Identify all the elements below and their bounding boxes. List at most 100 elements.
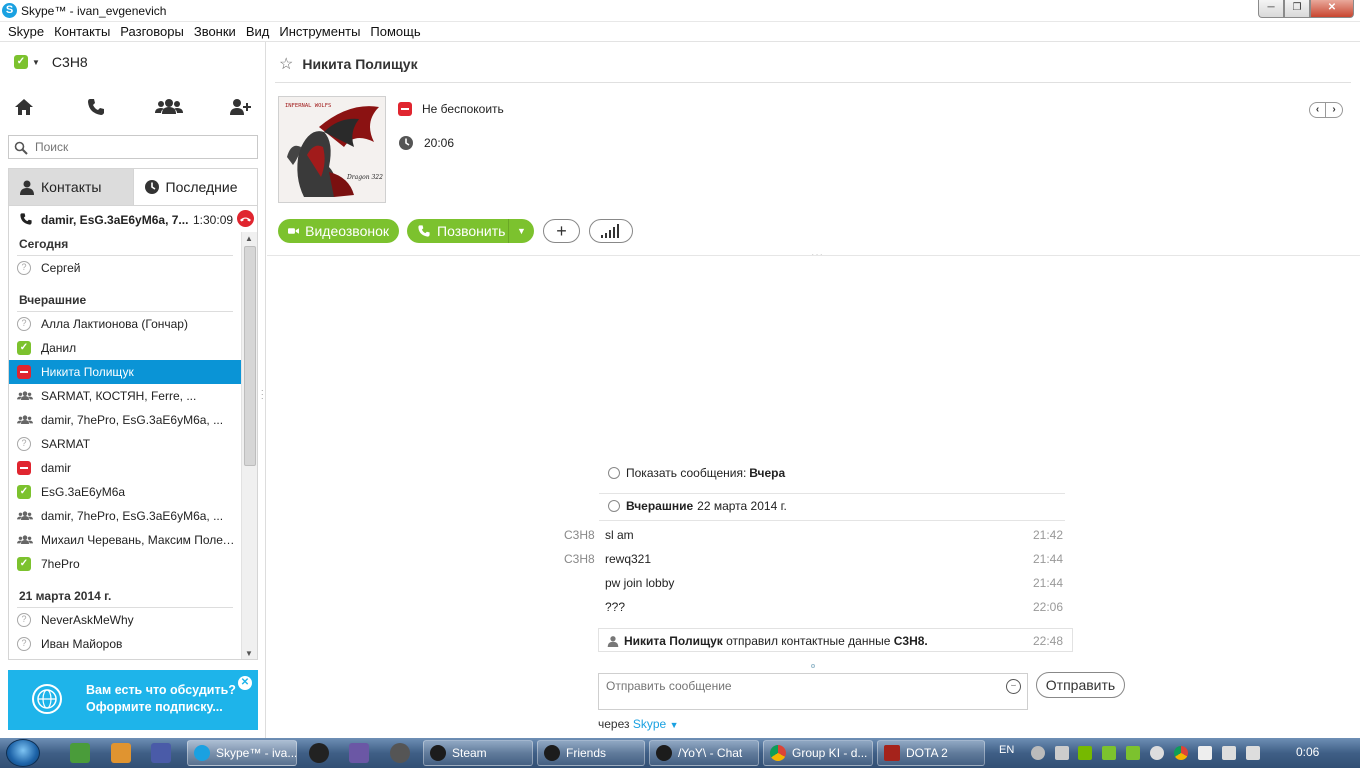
scroll-down-icon[interactable]: ▼ bbox=[245, 649, 253, 658]
list-scrollbar[interactable]: ▲ ▼ bbox=[241, 232, 257, 659]
pinned-app-icon[interactable] bbox=[70, 743, 90, 763]
message-composer[interactable]: ⌣ bbox=[598, 673, 1028, 710]
menu-calls[interactable]: Звонки bbox=[186, 22, 238, 41]
active-call-row[interactable]: damir, EsG.3aE6yM6a, 7... 1:30:09 bbox=[9, 206, 257, 232]
scroll-up-icon[interactable]: ▲ bbox=[245, 234, 253, 243]
profile-name[interactable]: C3H8 bbox=[52, 54, 88, 70]
list-item[interactable]: Михаил Черевань, Максим Полету... bbox=[9, 528, 241, 552]
favorite-star-icon[interactable]: ☆ bbox=[279, 54, 293, 74]
call-options-dropdown-icon[interactable]: ▼ bbox=[508, 219, 534, 243]
nvidia-icon[interactable] bbox=[1078, 746, 1092, 760]
menu-contacts[interactable]: Контакты bbox=[46, 22, 112, 41]
close-promo-icon[interactable]: ✕ bbox=[238, 676, 252, 690]
taskbar-task-friends[interactable]: Friends bbox=[537, 740, 645, 766]
tab-recent[interactable]: Последние bbox=[133, 169, 257, 205]
call-quality-button[interactable] bbox=[589, 219, 633, 243]
hang-up-icon[interactable] bbox=[237, 210, 254, 227]
status-dropdown-icon[interactable]: ▼ bbox=[32, 58, 40, 67]
message-row[interactable]: C3H8 sl am 21:42 bbox=[557, 526, 1077, 546]
add-button[interactable]: + bbox=[543, 219, 580, 243]
add-contact-icon[interactable] bbox=[228, 97, 254, 121]
send-via-dropdown-icon[interactable]: ▼ bbox=[670, 720, 679, 730]
contact-shared-target[interactable]: C3H8. bbox=[894, 634, 928, 648]
phone-icon[interactable] bbox=[86, 97, 112, 121]
start-button-icon[interactable] bbox=[6, 739, 40, 767]
tray-app-icon[interactable] bbox=[1102, 746, 1116, 760]
list-item[interactable]: ? Алла Лактионова (Гончар) bbox=[9, 312, 241, 336]
message-row[interactable]: C3H8 rewq321 21:44 bbox=[557, 550, 1077, 570]
chrome-tray-icon[interactable] bbox=[1174, 746, 1188, 760]
prev-arrow-icon[interactable]: ‹ bbox=[1309, 102, 1326, 118]
taskbar-task-dota[interactable]: DOTA 2 bbox=[877, 740, 985, 766]
online-status-icon[interactable]: ✓ bbox=[14, 55, 28, 69]
avatar-caption-top: INFERNAL WOLFS bbox=[285, 103, 331, 109]
list-item[interactable]: damir bbox=[9, 456, 241, 480]
menu-skype[interactable]: Skype bbox=[0, 22, 46, 41]
show-messages-value[interactable]: Вчера bbox=[749, 466, 785, 480]
search-input[interactable] bbox=[35, 139, 255, 155]
next-arrow-icon[interactable]: › bbox=[1326, 102, 1343, 118]
steam-tray-icon[interactable] bbox=[1150, 746, 1164, 760]
list-item[interactable]: ? Иван Майоров bbox=[9, 632, 241, 656]
maximize-button[interactable]: ❐ bbox=[1284, 0, 1310, 18]
menu-tools[interactable]: Инструменты bbox=[271, 22, 362, 41]
minimize-button[interactable]: ─ bbox=[1258, 0, 1284, 18]
taskbar-task-chat[interactable]: /YoY\ - Chat bbox=[649, 740, 759, 766]
list-item[interactable]: ? SARMAT bbox=[9, 432, 241, 456]
taskbar-task-skype[interactable]: Skype™ - iva... bbox=[187, 740, 297, 766]
video-call-button[interactable]: Видеозвонок bbox=[278, 219, 399, 243]
tab-contacts[interactable]: Контакты bbox=[9, 169, 134, 205]
list-item[interactable]: ✓ Данил bbox=[9, 336, 241, 360]
list-item[interactable]: damir, 7hePro, EsG.3aE6yM6a, ... bbox=[9, 504, 241, 528]
audio-app-icon[interactable] bbox=[390, 743, 410, 763]
taskbar-task-steam[interactable]: Steam bbox=[423, 740, 533, 766]
steam-logo-icon[interactable] bbox=[309, 743, 329, 763]
home-icon[interactable] bbox=[14, 97, 40, 121]
contact-avatar[interactable]: INFERNAL WOLFS Dragon 322 bbox=[278, 96, 386, 203]
taskbar-task-chrome[interactable]: Group KI - d... bbox=[763, 740, 873, 766]
visual-studio-icon[interactable] bbox=[349, 743, 369, 763]
contact-name: damir, 7hePro, EsG.3aE6yM6a, ... bbox=[41, 509, 224, 523]
search-box[interactable] bbox=[8, 135, 258, 159]
menu-help[interactable]: Помощь bbox=[362, 22, 422, 41]
list-item[interactable]: SARMAT, КОСТЯН, Ferre, ... bbox=[9, 384, 241, 408]
profile-status[interactable]: ✓ ▼ C3H8 bbox=[14, 54, 88, 70]
list-item[interactable]: ? Сергей bbox=[9, 256, 241, 280]
list-item-selected[interactable]: Никита Полищук bbox=[9, 360, 241, 384]
network-icon[interactable] bbox=[1222, 746, 1236, 760]
list-item[interactable]: ? NeverAskMeWhy bbox=[9, 608, 241, 632]
list-item[interactable]: damir, 7hePro, EsG.3aE6yM6a, ... bbox=[9, 408, 241, 432]
show-messages-filter[interactable]: Показать сообщения: Вчера bbox=[608, 466, 785, 480]
send-via-service[interactable]: Skype bbox=[633, 717, 666, 731]
date-header-date: 22 марта 2014 г. bbox=[697, 499, 787, 513]
contact-name: Данил bbox=[41, 341, 77, 355]
subscription-promo[interactable]: Вам есть что обсудить? Оформите подписку… bbox=[8, 670, 258, 730]
tray-app-icon[interactable] bbox=[1031, 746, 1045, 760]
contact-name: SARMAT, КОСТЯН, Ferre, ... bbox=[41, 389, 197, 403]
list-item[interactable]: ✓ 7hePro bbox=[9, 552, 241, 576]
volume-icon[interactable] bbox=[1246, 746, 1260, 760]
message-row[interactable]: pw join lobby 21:44 bbox=[557, 574, 1077, 594]
save-icon[interactable] bbox=[151, 743, 171, 763]
resize-handle-icon[interactable]: ... bbox=[811, 245, 824, 259]
notification-bell-icon[interactable] bbox=[1055, 746, 1069, 760]
pane-splitter[interactable]: ... bbox=[261, 384, 264, 401]
message-row[interactable]: ??? 22:06 bbox=[557, 598, 1077, 618]
system-clock[interactable]: 0:06 bbox=[1296, 745, 1319, 759]
menu-view[interactable]: Вид bbox=[238, 22, 272, 41]
scroll-thumb[interactable] bbox=[244, 246, 256, 466]
language-indicator[interactable]: EN bbox=[999, 744, 1014, 756]
action-center-flag-icon[interactable] bbox=[1198, 746, 1212, 760]
emoticon-icon[interactable]: ⌣ bbox=[1006, 679, 1021, 694]
contact-local-time: 20:06 bbox=[398, 135, 454, 151]
message-input[interactable] bbox=[606, 679, 986, 693]
media-player-icon[interactable] bbox=[111, 743, 131, 763]
call-button[interactable]: Позвонить ▼ bbox=[407, 219, 534, 243]
contact-shared-notice[interactable]: Никита Полищук отправил контактные данны… bbox=[598, 628, 1073, 652]
menu-conversations[interactable]: Разговоры bbox=[112, 22, 186, 41]
close-button[interactable]: ✕ bbox=[1310, 0, 1354, 18]
group-icon[interactable] bbox=[155, 97, 183, 121]
skype-tray-icon[interactable] bbox=[1126, 746, 1140, 760]
list-item[interactable]: ✓ EsG.3aE6yM6a bbox=[9, 480, 241, 504]
send-button[interactable]: Отправить bbox=[1036, 672, 1125, 698]
